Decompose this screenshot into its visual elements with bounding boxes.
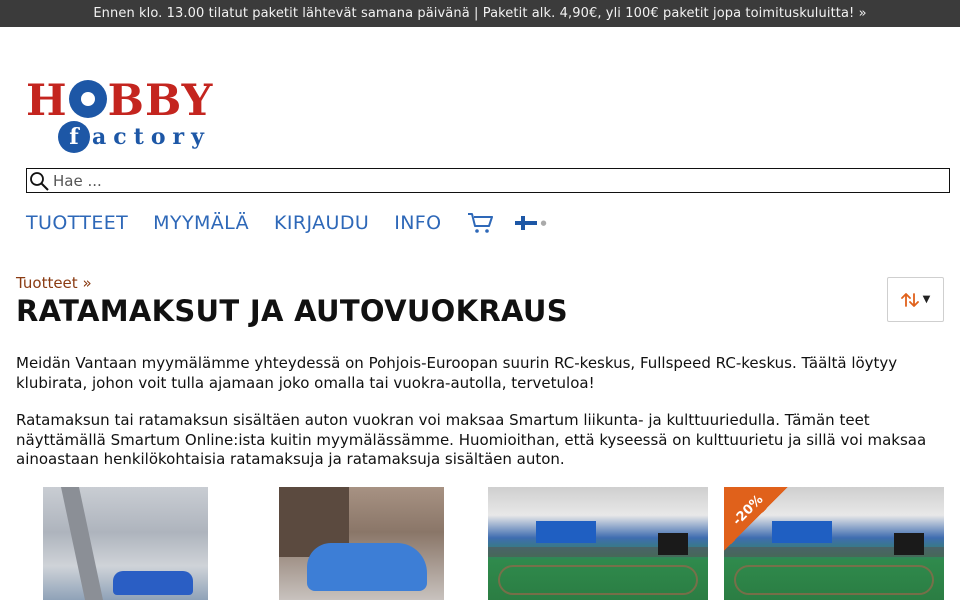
main-nav: TUOTTEET MYYMÄLÄ KIRJAUDU INFO ● [26,208,547,238]
breadcrumb-link-tuotteet[interactable]: Tuotteet » [16,274,92,292]
logo-f-letter: f [58,121,90,153]
logo-hobby-wordmark: H BBY [26,76,214,126]
cart-icon [467,213,493,233]
search-box[interactable] [26,168,950,193]
page-title: RATAMAKSUT JA AUTOVUOKRAUS [16,294,568,328]
product-image-track[interactable] [488,487,708,600]
discount-badge: -20% [724,487,788,551]
search-icon [30,171,49,191]
announcement-bar[interactable]: Ennen klo. 13.00 tilatut paketit lähtevä… [0,0,960,27]
cart-button[interactable] [467,212,493,234]
logo-factory-text: actory [92,124,211,150]
search-input[interactable] [53,170,949,191]
sort-button[interactable]: ▼ [887,277,944,322]
nav-item-myymala[interactable]: MYYMÄLÄ [153,212,249,234]
intro-paragraph: Meidän Vantaan myymälämme yhteydessä on … [16,354,898,392]
chevron-down-icon: ● [540,219,547,227]
product-image-rc-car[interactable] [279,487,444,600]
nav-item-kirjaudu[interactable]: KIRJAUDU [274,212,369,234]
nav-item-tuotteet[interactable]: TUOTTEET [26,212,128,234]
announcement-text[interactable]: Ennen klo. 13.00 tilatut paketit lähtevä… [93,6,866,21]
sort-caret: ▼ [922,294,931,305]
product-image-track-discount[interactable]: -20% [724,487,944,600]
payment-paragraph: Ratamaksun tai ratamaksun sisältäen auto… [16,411,927,468]
nav-item-info[interactable]: INFO [394,212,441,234]
sort-arrows-icon [900,292,919,307]
logo-factory-wordmark: f actory [58,120,211,154]
language-selector[interactable]: ● [514,216,547,230]
product-image-hall[interactable] [43,487,208,600]
finland-flag-icon [514,216,537,230]
site-logo[interactable]: H BBY f actory [26,76,226,158]
discount-badge-label: -20% [730,492,767,529]
breadcrumb[interactable]: Tuotteet » [16,274,92,292]
gear-icon [68,80,107,118]
